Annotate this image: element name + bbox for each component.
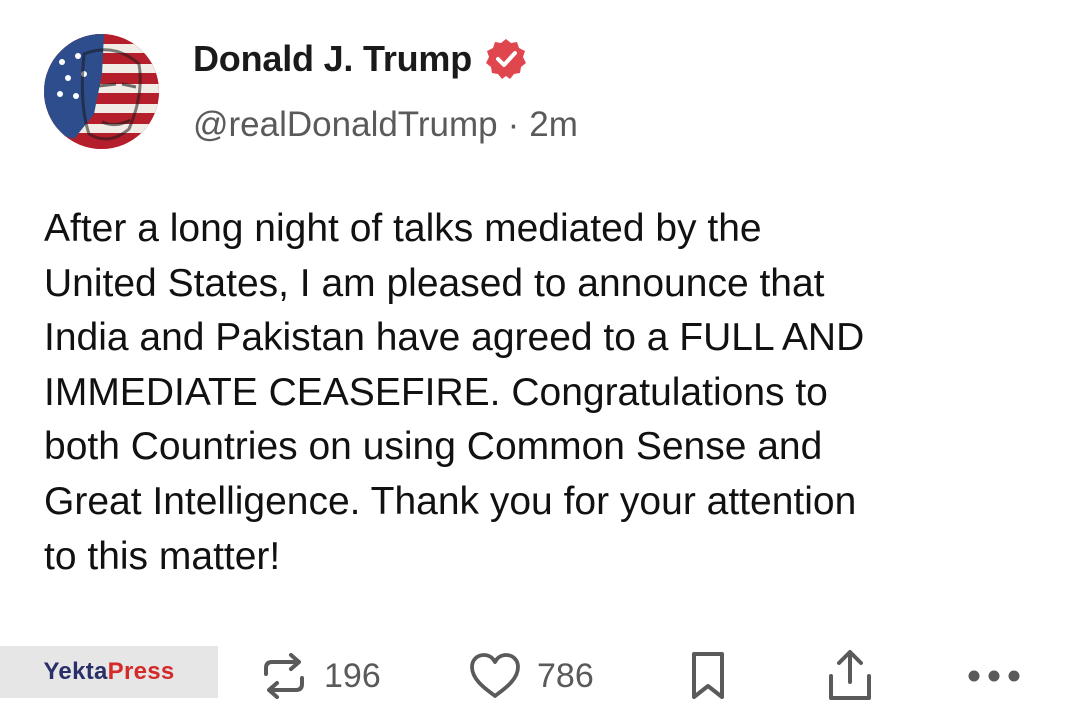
verified-badge-icon <box>484 37 528 81</box>
share-icon <box>826 648 874 704</box>
repost-icon <box>258 650 310 702</box>
more-options-icon <box>966 666 1022 686</box>
avatar[interactable] <box>44 34 159 149</box>
display-name[interactable]: Donald J. Trump <box>193 38 472 80</box>
handle[interactable]: @realDonaldTrump <box>193 105 498 145</box>
bookmark-button[interactable] <box>688 640 728 712</box>
timestamp[interactable]: 2m <box>529 105 578 145</box>
watermark: Yekta Press <box>0 646 218 698</box>
post-body: After a long night of talks mediated by … <box>44 207 865 578</box>
author-name-row: Donald J. Trump <box>193 34 528 84</box>
share-button[interactable] <box>826 640 874 712</box>
bookmark-icon <box>688 650 728 702</box>
repost-count: 196 <box>324 656 381 695</box>
watermark-text: Yekta <box>43 658 108 685</box>
post-card: Donald J. Trump @realDonaldTrump · 2m Af… <box>0 0 1080 728</box>
more-options-button[interactable] <box>966 640 1022 712</box>
avatar-image <box>44 34 159 149</box>
watermark-text-accent: Press <box>107 658 175 685</box>
like-count: 786 <box>537 656 594 695</box>
heart-icon <box>467 650 523 702</box>
separator: · <box>507 105 520 144</box>
like-button[interactable]: 786 <box>467 640 594 712</box>
repost-button[interactable]: 196 <box>258 640 381 712</box>
handle-row: @realDonaldTrump · 2m <box>193 100 578 150</box>
